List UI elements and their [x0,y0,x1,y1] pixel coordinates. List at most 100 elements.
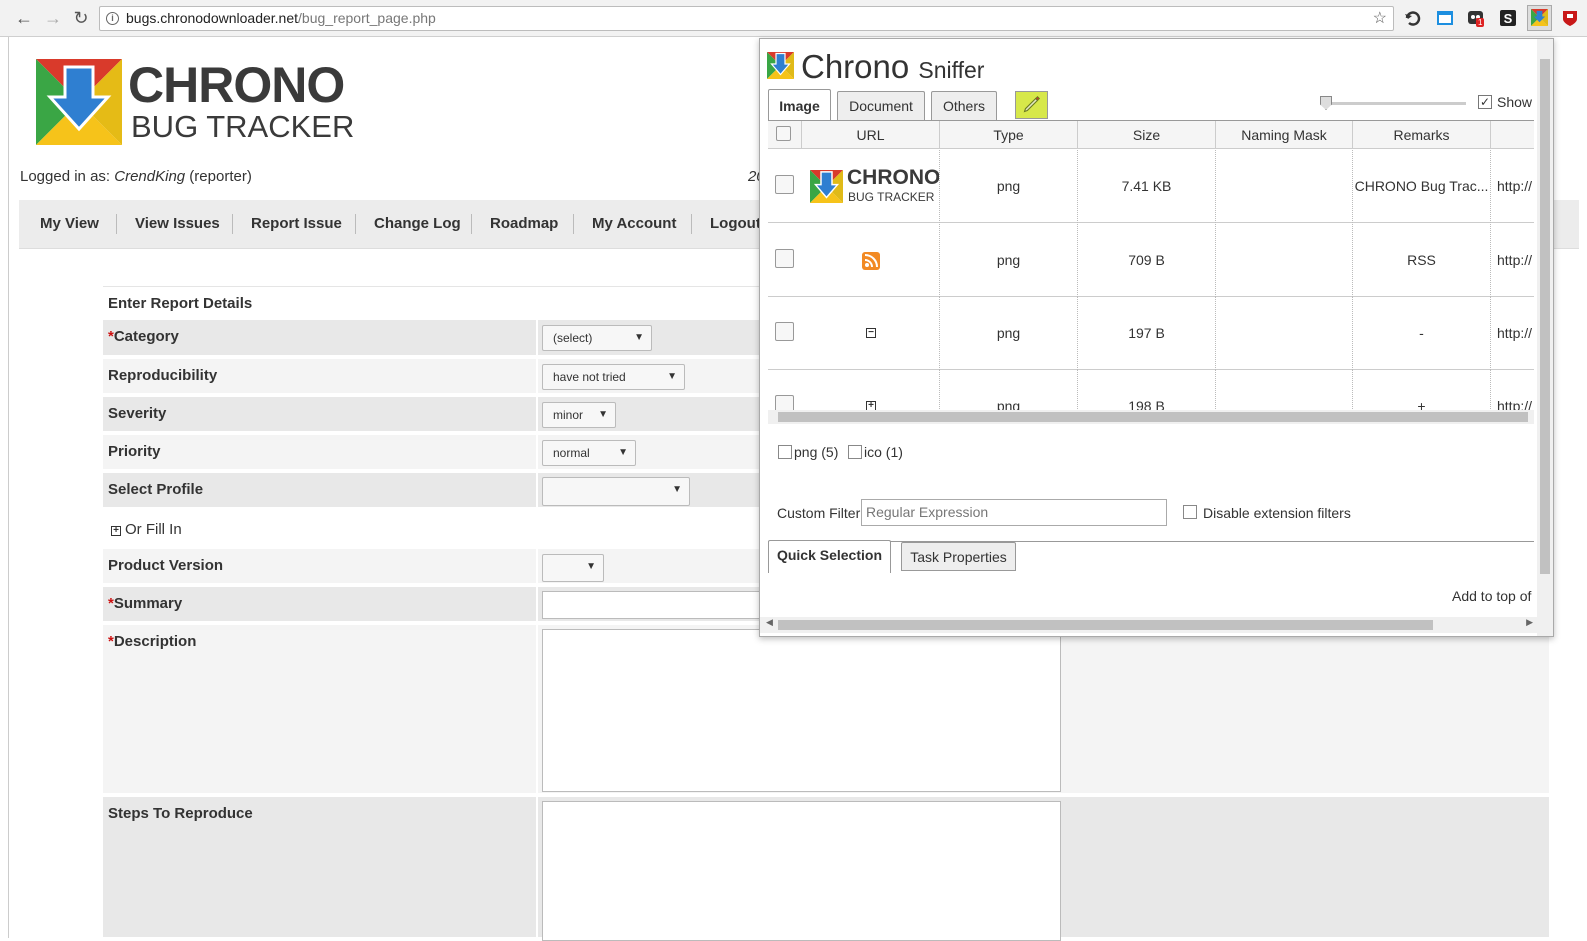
info-icon[interactable]: i [106,12,119,25]
dropdown-arrow-icon: ▼ [598,409,608,420]
show-checkbox[interactable]: ✓ [1478,95,1492,109]
dropdown-arrow-icon: ▼ [618,447,628,458]
popup-horizontal-scrollbar[interactable]: ◀ ▶ [760,617,1539,633]
dropdown-arrow-icon: ▼ [672,484,682,495]
address-bar[interactable]: i bugs.chronodownloader.net/bug_report_pa… [99,6,1394,31]
description-textarea[interactable] [542,629,1061,792]
reload-icon[interactable]: ↻ [71,8,91,28]
product-version-select[interactable]: ▼ [542,554,604,582]
chrono-sniffer-popup: Chrono Sniffer Image Document Others ✓ S… [759,38,1554,637]
filter-png-checkbox[interactable] [778,445,792,459]
rss-icon [862,252,880,270]
row-checkbox[interactable] [775,395,794,410]
bookmark-star-icon[interactable]: ☆ [1373,7,1387,30]
preview-cell: CHRONO BUG TRACKER [802,150,940,223]
browser-toolbar: ← → ↻ i bugs.chronodownloader.net/bug_rep… [0,0,1587,37]
logo-title: CHRONO [128,57,345,113]
filter-ico-label: ico (1) [864,444,903,460]
pencil-button[interactable] [1015,91,1048,119]
summary-label: Summary [113,595,183,612]
row-checkbox[interactable] [775,175,794,194]
tab-task-properties[interactable]: Task Properties [901,542,1016,571]
severity-select[interactable]: minor ▼ [542,402,616,428]
chrono-logo-icon [810,170,843,203]
chrono-extension-button[interactable] [1527,5,1552,31]
forward-icon[interactable]: → [43,8,63,28]
filter-png-label: png (5) [794,444,839,460]
grid-header: URL Type Size Naming Mask Remarks [768,121,1534,149]
menu-my-account[interactable]: My Account [592,215,676,232]
col-type[interactable]: Type [940,121,1078,149]
custom-filter-input[interactable]: Regular Expression [861,499,1167,526]
or-fill-in-toggle[interactable]: + Or Fill In [111,521,182,538]
sniffer-title: Chrono Sniffer [801,48,985,85]
steps-label: Steps To Reproduce [108,805,253,822]
extension-notify-icon[interactable]: 1 [1467,9,1485,27]
row-link[interactable]: http:// [1491,370,1534,410]
expand-plus-icon: + [111,526,121,536]
extension-window-icon[interactable] [1436,9,1454,27]
show-label: Show : [1497,94,1540,110]
popup-vertical-scrollbar[interactable] [1537,39,1553,636]
row-link[interactable]: http:// [1491,297,1534,370]
menu-report-issue[interactable]: Report Issue [251,215,342,232]
row-link[interactable]: http:// [1491,150,1534,223]
filter-ico-checkbox[interactable] [848,445,862,459]
size-slider-thumb[interactable] [1320,96,1332,110]
menu-logout[interactable]: Logout [710,215,761,232]
category-select[interactable]: (select) ▼ [542,325,652,351]
table-row[interactable]: + png 198 B + http:// [768,370,1534,410]
form-title: Enter Report Details [108,295,253,312]
dropdown-arrow-icon: ▼ [586,561,596,572]
table-row[interactable]: − png 197 B - http:// [768,297,1534,370]
tab-image[interactable]: Image [768,89,831,120]
priority-select[interactable]: normal ▼ [542,440,636,466]
url-host: bugs.chronodownloader.net [126,10,299,26]
scroll-left-icon[interactable]: ◀ [766,617,773,628]
svg-text:S: S [1504,11,1513,26]
table-row[interactable]: png 709 B RSS http:// [768,224,1534,297]
logo-subtitle: BUG TRACKER [131,109,355,144]
reproducibility-select[interactable]: have not tried ▼ [542,364,685,390]
steps-textarea[interactable] [542,801,1061,941]
back-icon[interactable]: ← [14,8,34,28]
custom-filter-label: Custom Filter [777,505,861,521]
extension-s-icon[interactable]: S [1499,9,1517,27]
row-link[interactable]: http:// [1491,224,1534,297]
tab-others[interactable]: Others [931,91,997,120]
preview-cell [802,224,940,297]
menu-roadmap[interactable]: Roadmap [490,215,558,232]
chrono-logo-icon [767,52,794,79]
row-checkbox[interactable] [775,249,794,268]
login-status: Logged in as: CrendKing (reporter) [20,168,252,185]
username-link[interactable]: CrendKing [114,168,185,185]
tab-document[interactable]: Document [837,91,925,120]
category-label: Category [113,328,179,345]
col-naming-mask[interactable]: Naming Mask [1216,121,1353,149]
priority-label: Priority [108,443,161,460]
badge-count: 1 [1476,18,1485,27]
col-remarks[interactable]: Remarks [1353,121,1491,149]
chrono-logo-icon [1531,9,1548,26]
disable-extension-filters-checkbox[interactable] [1183,505,1197,519]
row-steps-to-reproduce: Steps To Reproduce [103,797,1549,941]
extension-undo-icon[interactable] [1404,9,1422,27]
col-url[interactable]: URL [802,121,940,149]
reproducibility-label: Reproducibility [108,367,218,384]
minus-icon: − [866,328,876,338]
chrono-bug-tracker-logo [36,59,122,145]
row-checkbox[interactable] [775,322,794,341]
table-row[interactable]: CHRONO BUG TRACKER png 7.41 KB CHRONO Bu… [768,150,1534,223]
profile-select[interactable]: ▼ [542,477,690,506]
description-label: Description [113,633,197,650]
menu-change-log[interactable]: Change Log [374,215,461,232]
tab-quick-selection[interactable]: Quick Selection [768,540,891,573]
menu-my-view[interactable]: My View [40,215,99,232]
menu-view-issues[interactable]: View Issues [135,215,220,232]
select-all-checkbox[interactable] [776,126,791,141]
extension-shield-icon[interactable] [1561,9,1579,27]
scroll-right-icon[interactable]: ▶ [1526,617,1533,628]
pencil-icon [1023,95,1041,113]
col-size[interactable]: Size [1078,121,1216,149]
grid-horizontal-scrollbar[interactable] [768,410,1534,424]
